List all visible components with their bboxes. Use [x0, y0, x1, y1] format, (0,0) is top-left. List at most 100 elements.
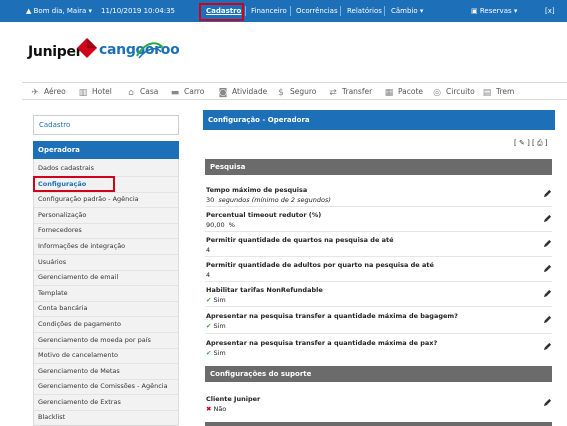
sidebar-item-template[interactable]: Template [38, 289, 68, 297]
field-percentual-timeout-label: Percentual timeout redutor (%) [206, 211, 322, 219]
transfer-icon: ⇄ [329, 88, 337, 98]
service-pacote[interactable]: ▦ Pacote [384, 83, 423, 101]
pencil-icon[interactable] [543, 214, 552, 223]
field-percentual-timeout-value: 90,00 % [206, 221, 235, 229]
field-quantidade-quartos-value: 4 [206, 246, 211, 254]
divider [245, 6, 246, 16]
sidebar-item-motivo-cancelamento[interactable]: Motivo de cancelamento [38, 351, 118, 359]
printer-icon: ⎙ [537, 139, 543, 147]
menu-relatorios[interactable]: Relatórios [347, 0, 382, 22]
field-cliente-juniper-value: ✖ Não [206, 405, 227, 413]
sidebar-item-comissoes-agencia[interactable]: Gerenciamento de Comissões - Agência [38, 382, 168, 390]
service-hotel[interactable]: ▥ Hotel [78, 83, 112, 101]
pencil-icon[interactable] [543, 189, 552, 198]
service-aereo[interactable]: ✈ Aéreo [30, 83, 66, 101]
section-pesquisa-header: Pesquisa [205, 159, 552, 175]
sidebar-item-informacoes-integracao[interactable]: Informações de integração [38, 242, 125, 250]
field-quantidade-adultos-value: 4 [206, 271, 211, 279]
field-tempo-maximo-label: Tempo máximo de pesquisa [206, 186, 308, 194]
check-icon: ✔ [206, 349, 212, 357]
package-icon: ▦ [384, 88, 394, 98]
car-icon: ▬ [170, 88, 180, 98]
circuit-icon: ◎ [433, 88, 441, 98]
field-transfer-bagagem-value: ✔ Sim [206, 322, 226, 330]
train-icon: ▤ [482, 88, 492, 98]
divider [34, 285, 178, 286]
camera-icon: ◙ [218, 88, 228, 98]
service-carro[interactable]: ▬ Carro [170, 83, 205, 101]
service-seguro[interactable]: $ Seguro [276, 83, 316, 101]
sidebar-item-conta-bancaria[interactable]: Conta bancária [38, 304, 87, 312]
sidebar-item-moeda-por-pais[interactable]: Gerenciamento de moeda por país [38, 336, 151, 344]
user-icon: ▲ [26, 7, 32, 15]
service-casa[interactable]: ⌂ Casa [126, 83, 158, 101]
divider [34, 332, 178, 333]
field-tempo-maximo-value: 30 segundos (mínimo de 2 segundos) [206, 196, 331, 204]
divider [205, 306, 552, 307]
check-icon: ✔ [206, 322, 212, 330]
sidebar-item-personalizacao[interactable]: Personalização [38, 211, 86, 219]
print-button[interactable]: [ ⎙ ] [532, 139, 548, 147]
pencil-icon[interactable] [543, 289, 552, 298]
section-suporte-header: Configurações do suporte [205, 366, 552, 382]
sidebar-item-gerenciamento-email[interactable]: Gerenciamento de email [38, 273, 118, 281]
sidebar-item-fornecedores[interactable]: Fornecedores [38, 226, 82, 234]
sidebar-item-condicoes-pagamento[interactable]: Condições de pagamento [38, 320, 121, 328]
pencil-icon[interactable] [543, 239, 552, 248]
divider [34, 270, 178, 271]
pencil-icon[interactable] [543, 342, 552, 351]
divider [34, 348, 178, 349]
house-icon: ⌂ [128, 88, 134, 98]
divider [290, 6, 291, 16]
highlight-cadastro-menu [199, 3, 244, 21]
juniper-diamond-icon [77, 38, 97, 58]
cross-icon: ✖ [206, 405, 212, 413]
field-transfer-bagagem-label: Apresentar na pesquisa transfer a quanti… [206, 312, 458, 320]
pencil-icon[interactable] [543, 398, 552, 407]
divider [34, 410, 178, 411]
divider [205, 206, 552, 207]
sidebar-item-configuracao-padrao-agencia[interactable]: Configuração padrão - Agência [38, 195, 139, 203]
close-button[interactable]: [x] [545, 0, 555, 22]
top-bar: ▲ Bom dia, Maira ▾ 11/10/2019 10:04:35 C… [0, 0, 567, 22]
service-transfer[interactable]: ⇄ Transfer [328, 83, 372, 101]
divider [205, 256, 552, 257]
reservas-icon: ▣ [471, 7, 478, 15]
field-nonrefundable-label: Habilitar tarifas NonRefundable [206, 286, 323, 294]
service-trem[interactable]: ▤ Trem [482, 83, 515, 101]
plane-icon: ✈ [31, 88, 39, 98]
sidebar-item-usuarios[interactable]: Usuários [38, 258, 66, 266]
user-greeting-menu[interactable]: ▲ Bom dia, Maira ▾ [26, 0, 92, 22]
menu-cambio[interactable]: Câmbio ▾ [391, 0, 423, 22]
sidebar-item-blacklist[interactable]: Blacklist [38, 413, 65, 421]
sidebar-item-gerenciamento-extras[interactable]: Gerenciamento de Extras [38, 398, 121, 406]
sidebar-item-gerenciamento-metas[interactable]: Gerenciamento de Metas [38, 367, 120, 375]
divider [34, 379, 178, 380]
check-icon: ✔ [206, 296, 212, 304]
divider [205, 281, 552, 282]
divider [384, 6, 385, 16]
divider [34, 238, 178, 239]
sidebar-cadastro-link[interactable]: Cadastro [33, 115, 179, 135]
edit-all-button[interactable]: [ ✎ ] [514, 139, 530, 147]
field-quantidade-adultos-label: Permitir quantidade de adultos por quart… [206, 261, 434, 269]
pencil-icon[interactable] [543, 264, 552, 273]
menu-ocorrencias[interactable]: Ocorrências [296, 0, 338, 22]
reservas-menu[interactable]: ▣ Reservas ▾ [471, 0, 517, 22]
field-unit: % [228, 221, 235, 229]
toolbar-actions: [ ✎ ] [ ⎙ ] [514, 139, 548, 148]
dollar-icon: $ [278, 88, 284, 98]
field-transfer-pax-value: ✔ Sim [206, 349, 226, 357]
sidebar-item-dados-cadastrais[interactable]: Dados cadastrais [38, 164, 94, 172]
service-atividade[interactable]: ◙ Atividade [218, 83, 268, 101]
menu-financeiro[interactable]: Financeiro [251, 0, 287, 22]
sidebar-header-operadora[interactable]: Operadora [33, 141, 179, 159]
divider [34, 316, 178, 317]
user-greeting: Bom dia, Maira [33, 7, 87, 15]
pencil-icon[interactable] [543, 315, 552, 324]
service-circuito[interactable]: ◎ Circuito [432, 83, 475, 101]
current-datetime: 11/10/2019 10:04:35 [101, 7, 176, 15]
field-cliente-juniper-label: Cliente Juniper [206, 395, 261, 403]
field-nonrefundable-value: ✔ Sim [206, 296, 226, 304]
divider [34, 254, 178, 255]
